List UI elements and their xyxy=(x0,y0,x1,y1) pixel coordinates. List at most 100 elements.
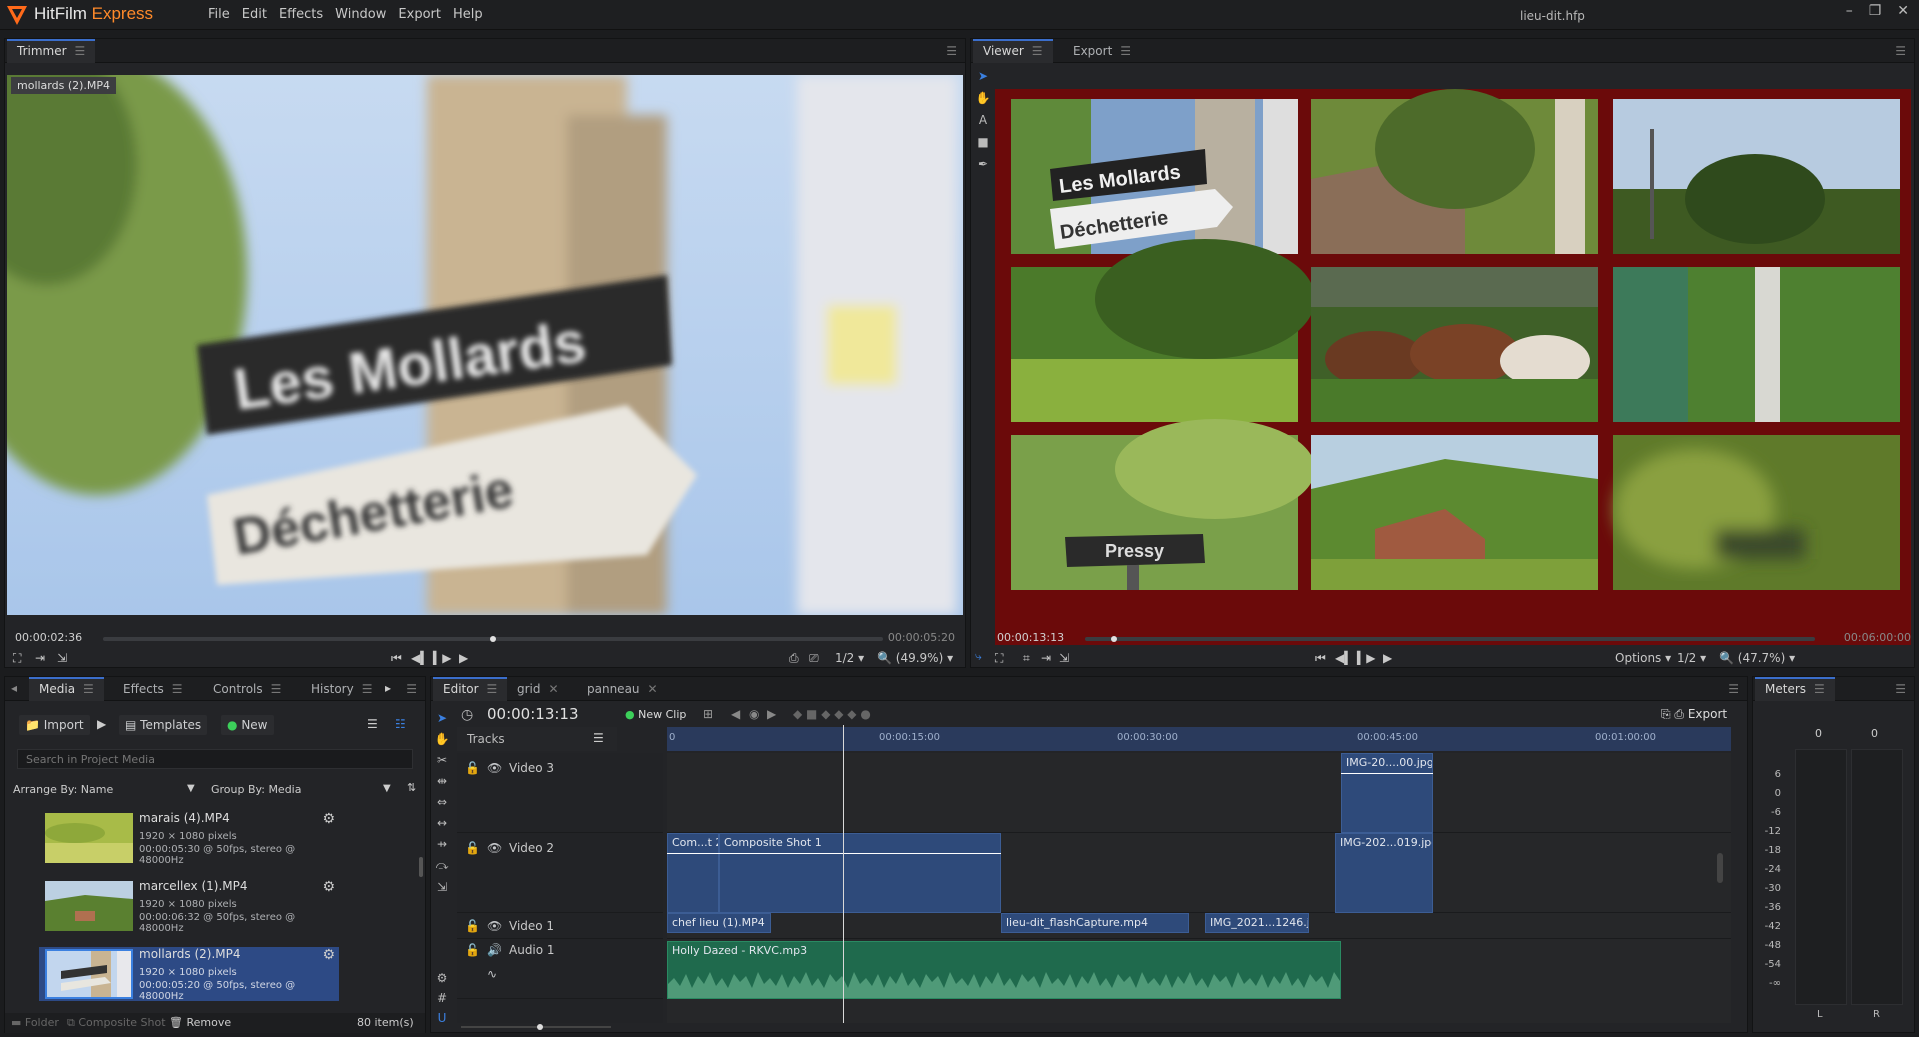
panel-menu-icon[interactable]: ☰ xyxy=(1895,44,1906,58)
camera-icon[interactable]: ⎚ xyxy=(809,651,819,666)
grid-snap-icon[interactable]: # xyxy=(437,991,447,1005)
media-scrollbar[interactable] xyxy=(419,857,423,877)
crop-icon[interactable]: ⌗ xyxy=(1023,651,1030,666)
skip-start-icon[interactable]: ⏮ xyxy=(1315,651,1326,666)
menu-help[interactable]: Help xyxy=(453,7,483,22)
gear-icon[interactable]: ⚙ xyxy=(322,811,335,827)
hand-tool-icon[interactable]: ✋ xyxy=(976,91,991,105)
tab-menu-icon[interactable]: ☰ xyxy=(362,677,373,701)
import-arrow-icon[interactable]: ▶ xyxy=(97,717,106,731)
panel-menu-icon[interactable]: ☰ xyxy=(1895,682,1906,696)
group-dropdown[interactable]: Group By: Media xyxy=(211,783,301,796)
remove-button[interactable]: 🗑 Remove xyxy=(169,1016,231,1029)
panel-menu-icon[interactable]: ☰ xyxy=(946,44,957,58)
sort-icon[interactable]: ⇅ xyxy=(407,781,416,794)
group-chevron-icon[interactable]: ▼ xyxy=(383,783,391,794)
viewer-canvas[interactable]: Les Mollards Déchetterie Pressy xyxy=(995,89,1911,645)
timeline-clip[interactable]: lieu-dit_flashCapture.mp4 xyxy=(1001,913,1189,933)
tab-panneau[interactable]: panneau ✕ xyxy=(577,677,668,701)
timeline-body[interactable]: IMG-20....00.jpg Com...t 2 Composite Sho… xyxy=(667,725,1731,1023)
timeline-clip[interactable]: IMG_2021...1246.jpg xyxy=(1205,913,1309,933)
track-zoom-slider[interactable] xyxy=(461,1023,611,1031)
eye-icon[interactable]: 👁 xyxy=(487,841,502,855)
next-keyframe-icon[interactable]: ▶ xyxy=(767,707,776,721)
tab-export[interactable]: Export ☰ xyxy=(1063,39,1141,63)
step-forward-icon[interactable]: ▍▶ xyxy=(1357,651,1375,665)
track-select-icon[interactable]: ⇲ xyxy=(437,880,447,894)
step-forward-icon[interactable]: ▍▶ xyxy=(433,651,451,665)
new-clip-button[interactable]: ● New Clip xyxy=(625,708,686,721)
media-item[interactable]: marais (4).MP4 1920 × 1080 pixels 00:00:… xyxy=(39,811,339,866)
track-header-video1[interactable]: 🔓 👁 Video 1 xyxy=(457,913,663,939)
select-tool-icon[interactable]: ➤ xyxy=(437,711,447,725)
overlay-icon[interactable]: ⇲ xyxy=(1059,651,1069,665)
set-in-icon[interactable]: ⛶ xyxy=(13,651,21,666)
timeline-ruler[interactable]: 0 00:00:15:00 00:00:30:00 00:00:45:00 00… xyxy=(667,727,1731,751)
tab-grid[interactable]: grid ✕ xyxy=(507,677,569,701)
tab-menu-icon[interactable]: ☰ xyxy=(1032,41,1043,61)
tab-scroll-right-icon[interactable]: ▸ xyxy=(385,681,391,695)
close-tab-icon[interactable]: ✕ xyxy=(648,677,658,701)
track-header-video3[interactable]: 🔓 👁 Video 3 xyxy=(457,753,663,833)
viewer-scrubber[interactable] xyxy=(1085,637,1815,641)
close-tab-icon[interactable]: ✕ xyxy=(549,677,559,701)
slip-tool-icon[interactable]: ⇹ xyxy=(437,774,447,788)
play-icon[interactable]: ▶ xyxy=(459,651,468,665)
new-button[interactable]: ● New xyxy=(221,715,274,735)
media-item-selected[interactable]: mollards (2).MP4 1920 × 1080 pixels 00:0… xyxy=(39,947,339,1002)
text-tool-icon[interactable]: A xyxy=(979,113,987,127)
link-icon[interactable]: ⤷ xyxy=(975,649,982,664)
menu-export[interactable]: Export xyxy=(398,7,441,22)
razor-tool-icon[interactable]: ✂ xyxy=(437,753,447,767)
media-item[interactable]: marcellex (1).MP4 1920 × 1080 pixels 00:… xyxy=(39,879,339,934)
templates-button[interactable]: ▤ Templates xyxy=(119,715,208,735)
tab-menu-icon[interactable]: ☰ xyxy=(83,679,94,699)
arrange-chevron-icon[interactable]: ▼ xyxy=(187,783,195,794)
tab-trimmer[interactable]: Trimmer ☰ xyxy=(7,39,96,63)
tab-scroll-left-icon[interactable]: ◂ xyxy=(11,681,17,695)
timeline-clip[interactable]: IMG-202...019.jpg xyxy=(1335,833,1433,913)
speaker-icon[interactable]: 🔊 xyxy=(487,943,502,957)
keyframe-icon[interactable]: ◉ xyxy=(749,707,759,721)
composite-shot-button[interactable]: ⧉ Composite Shot xyxy=(67,1016,166,1030)
tab-menu-icon[interactable]: ☰ xyxy=(271,677,282,701)
lock-icon[interactable]: 🔓 xyxy=(465,761,480,775)
track-header-video2[interactable]: 🔓 👁 Video 2 xyxy=(457,833,663,913)
trimmer-resolution[interactable]: 1/2 ▾ xyxy=(835,651,864,665)
select-tool-icon[interactable]: ➤ xyxy=(978,69,988,83)
panel-menu-icon[interactable]: ☰ xyxy=(1728,682,1739,696)
fullscreen-icon[interactable]: ⛶ xyxy=(995,651,1003,666)
add-track-icon[interactable]: ⊞ xyxy=(703,707,713,721)
shape-tool-icon[interactable]: ■ xyxy=(977,135,988,149)
magnet-icon[interactable]: U xyxy=(438,1011,447,1025)
audio-clip[interactable]: Holly Dazed - RKVC.mp3 xyxy=(667,941,1341,999)
skip-start-icon[interactable]: ⏮ xyxy=(391,651,402,666)
trimmer-playhead[interactable] xyxy=(490,636,496,642)
snapshot-icon[interactable]: ⎙ xyxy=(789,651,799,666)
trimmer-video[interactable]: Les Mollards Déchetterie mollards (2).MP… xyxy=(7,75,963,615)
timeline-playhead[interactable] xyxy=(843,725,844,1023)
gear-icon[interactable]: ⚙ xyxy=(322,947,335,963)
tab-meters[interactable]: Meters ☰ xyxy=(1755,677,1835,701)
viewer-resolution[interactable]: 1/2 ▾ xyxy=(1677,651,1706,665)
list-view-icon[interactable]: ☰ xyxy=(367,717,378,731)
overlay-icon[interactable]: ⇲ xyxy=(57,651,67,665)
gear-icon[interactable]: ⚙ xyxy=(322,879,335,895)
track-header-audio1[interactable]: 🔓 🔊 Audio 1 ∿ xyxy=(457,939,663,999)
import-button[interactable]: 📁 Import xyxy=(19,715,90,735)
menu-edit[interactable]: Edit xyxy=(242,7,267,22)
lock-icon[interactable]: 🔓 xyxy=(465,943,480,957)
tab-history[interactable]: History ☰ xyxy=(301,677,382,701)
tracks-menu-icon[interactable]: ☰ xyxy=(593,731,604,745)
folder-button[interactable]: ▬ Folder xyxy=(11,1016,59,1029)
tab-menu-icon[interactable]: ☰ xyxy=(487,679,498,699)
waveform-icon[interactable]: ∿ xyxy=(487,967,497,981)
marker-icons[interactable]: ◆ ■ ◆ ◆ ◆ ● xyxy=(793,707,871,721)
tab-menu-icon[interactable]: ☰ xyxy=(1814,679,1825,699)
timeline-clip[interactable]: Composite Shot 1 xyxy=(719,833,1001,913)
eye-icon[interactable]: 👁 xyxy=(487,761,502,775)
viewer-options[interactable]: Options ▾ xyxy=(1615,651,1671,665)
rate-tool-icon[interactable]: ⤼ xyxy=(436,858,449,873)
timeline-clip[interactable]: Com...t 2 xyxy=(667,833,719,913)
close-button[interactable]: ✕ xyxy=(1897,3,1909,19)
